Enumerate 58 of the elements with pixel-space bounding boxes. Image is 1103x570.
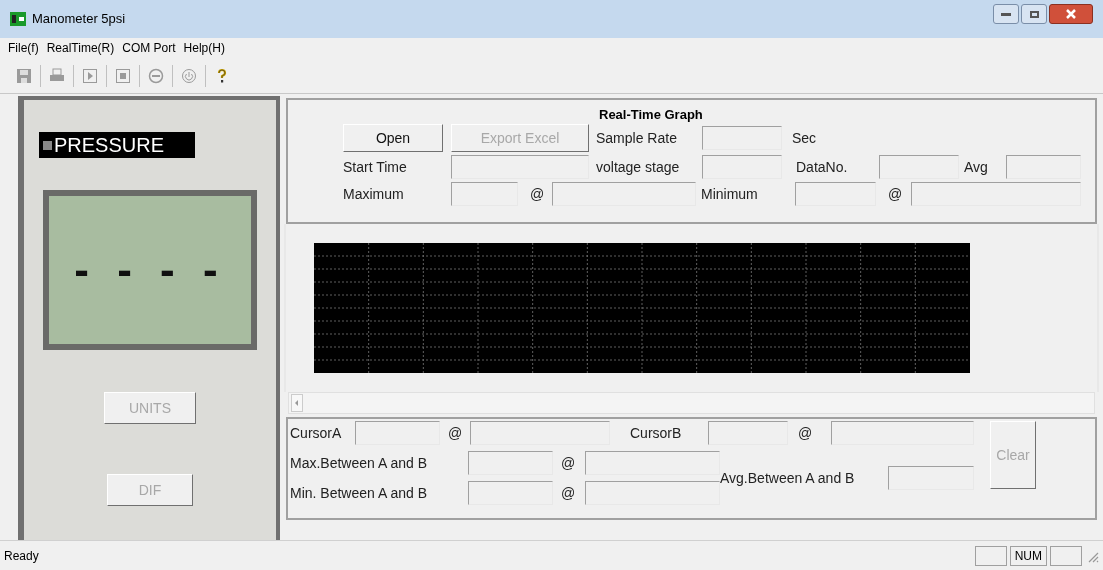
input-field[interactable] <box>702 126 782 150</box>
field-label: Avg.Between A and B <box>720 468 856 488</box>
scroll-left-icon[interactable] <box>291 394 303 412</box>
input-field[interactable] <box>585 481 720 505</box>
maximize-button[interactable] <box>1021 4 1047 24</box>
square-icon <box>43 140 52 150</box>
field-label: @ <box>529 184 546 204</box>
field-label: DataNo. <box>796 157 849 177</box>
menu-item[interactable]: COM Port <box>118 39 180 57</box>
field-label: Avg <box>964 157 989 177</box>
field-label: CursorB <box>630 423 683 443</box>
lcd-reading: - - - - <box>74 244 226 296</box>
input-field[interactable] <box>468 451 553 475</box>
input-field[interactable] <box>468 481 553 505</box>
field-label: CursorA <box>290 423 343 443</box>
field-label: Minimum <box>701 184 759 204</box>
input-field[interactable] <box>795 182 876 206</box>
menu-item[interactable]: File(f) <box>4 39 43 57</box>
status-pane <box>974 545 1007 566</box>
field-label: @ <box>797 423 814 443</box>
field-label: voltage stage <box>596 157 681 177</box>
menu-item[interactable]: RealTime(R) <box>42 39 119 57</box>
input-field[interactable] <box>702 155 782 179</box>
field-label: Start Time <box>343 157 408 177</box>
input-field[interactable] <box>1006 155 1081 179</box>
input-field[interactable] <box>831 421 974 445</box>
close-icon <box>1065 9 1077 19</box>
field-label: Maximum <box>343 184 405 204</box>
input-field[interactable] <box>470 421 610 445</box>
field-label: Min. Between A and B <box>290 483 428 503</box>
menu-item[interactable]: Help(H) <box>179 39 229 57</box>
label-text: PRESSURE <box>54 135 165 155</box>
button[interactable]: Open <box>343 124 443 152</box>
field-label: Sample Rate <box>596 128 678 148</box>
input-field[interactable] <box>879 155 959 179</box>
field-label: @ <box>560 483 577 503</box>
field-label: Sec <box>792 128 818 148</box>
field-label: @ <box>447 423 464 443</box>
num-lock-indicator: NUM <box>1009 545 1047 566</box>
input-field[interactable] <box>911 182 1081 206</box>
input-field[interactable] <box>888 466 974 490</box>
status-text: Ready <box>4 547 40 565</box>
minimize-button[interactable] <box>993 4 1019 24</box>
input-field[interactable] <box>451 182 518 206</box>
horizontal-scrollbar[interactable] <box>288 392 1095 414</box>
status-pane <box>1050 545 1082 566</box>
app-logo-icon <box>10 12 26 26</box>
window-title: Manometer 5psi <box>32 10 126 29</box>
input-field[interactable] <box>355 421 440 445</box>
close-button[interactable] <box>1049 4 1093 24</box>
input-field[interactable] <box>708 421 788 445</box>
panel-title: Real-Time Graph <box>598 106 704 121</box>
field-label: Max.Between A and B <box>290 453 428 473</box>
input-field[interactable] <box>585 451 720 475</box>
input-field[interactable] <box>451 155 589 179</box>
field-label: @ <box>887 184 904 204</box>
input-field[interactable] <box>552 182 696 206</box>
field-label: @ <box>560 453 577 473</box>
